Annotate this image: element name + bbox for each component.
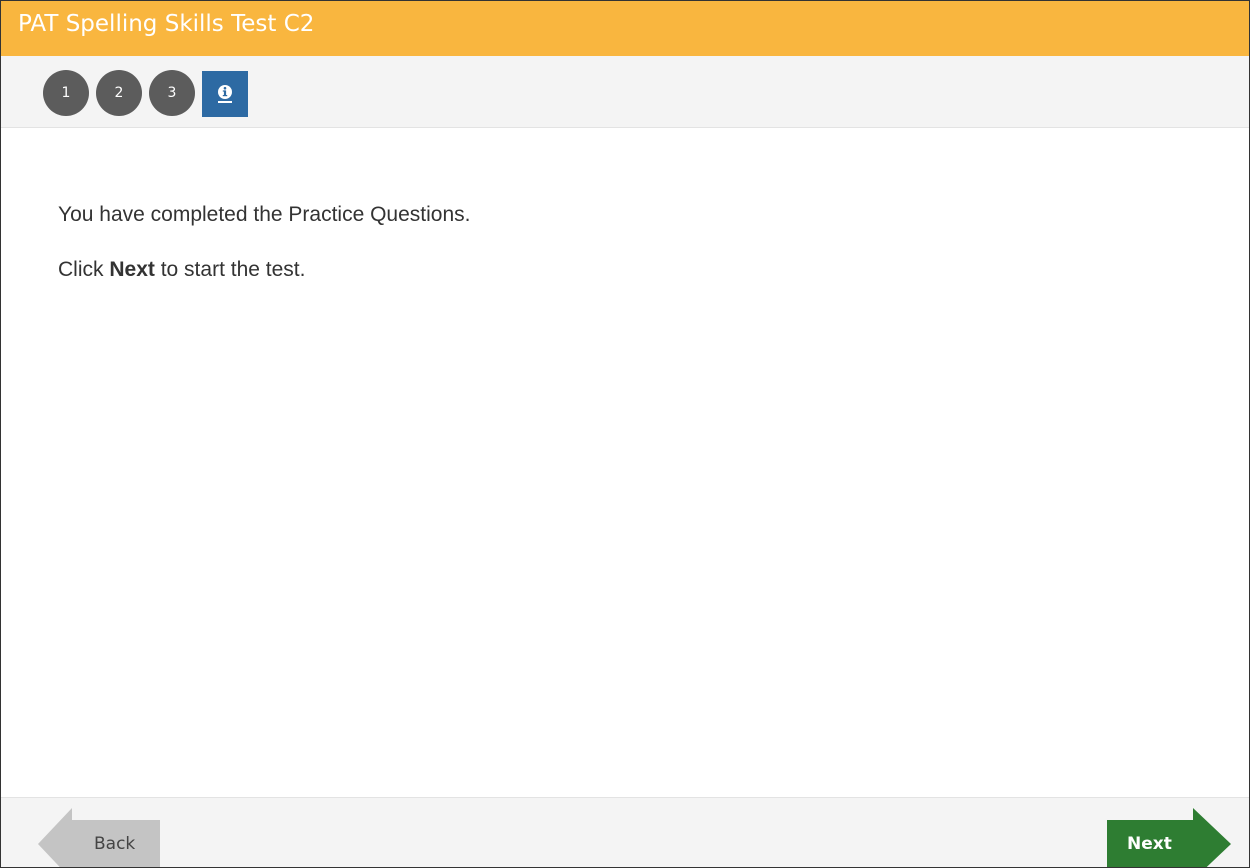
content-area: You have completed the Practice Question… — [1, 128, 1249, 797]
test-title: PAT Spelling Skills Test C2 — [18, 11, 315, 37]
question-3-label: 3 — [167, 85, 177, 101]
instruction-message: Click Next to start the test. — [58, 258, 305, 282]
back-label: Back — [94, 834, 136, 854]
info-tab[interactable] — [202, 71, 248, 117]
question-1-button[interactable]: 1 — [43, 70, 89, 116]
instruction-prefix: Click — [58, 258, 110, 281]
question-1-label: 1 — [61, 85, 71, 101]
next-label: Next — [1127, 834, 1172, 854]
back-button[interactable]: Back — [38, 808, 160, 867]
question-2-button[interactable]: 2 — [96, 70, 142, 116]
question-navigation: 1 2 3 — [1, 56, 1249, 128]
footer-bar: Back Next — [1, 797, 1249, 867]
next-button[interactable]: Next — [1107, 808, 1231, 867]
instruction-next-emphasis: Next — [109, 258, 155, 281]
question-2-label: 2 — [114, 85, 124, 101]
question-3-button[interactable]: 3 — [149, 70, 195, 116]
instruction-suffix: to start the test. — [154, 258, 306, 281]
completion-message: You have completed the Practice Question… — [58, 203, 471, 226]
title-bar: PAT Spelling Skills Test C2 — [1, 1, 1249, 56]
test-window: PAT Spelling Skills Test C2 1 2 3 You ha… — [0, 0, 1250, 868]
info-icon — [218, 85, 232, 103]
